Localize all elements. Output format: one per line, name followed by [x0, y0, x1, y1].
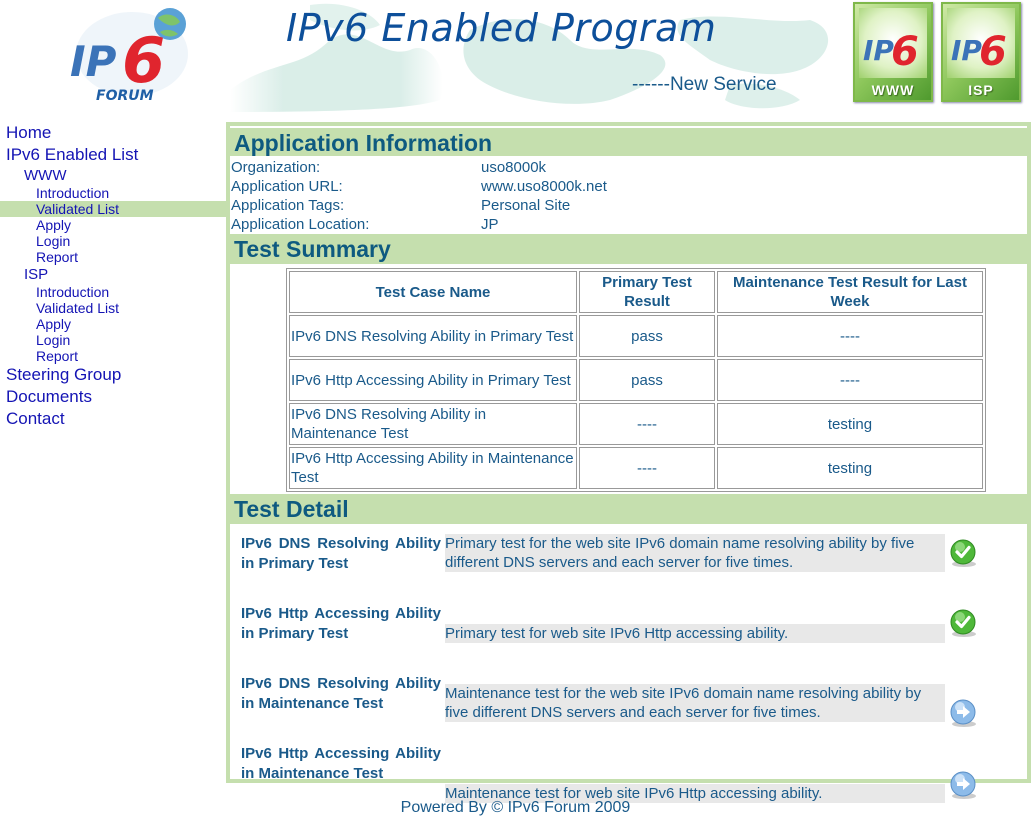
svg-text:6: 6	[979, 29, 1007, 75]
test-summary: Test Case Name Primary Test Result Maint…	[230, 264, 1027, 494]
detail-test-name: IPv6 Http Accessing Ability in Primary T…	[241, 605, 441, 642]
detail-row: IPv6 DNS Resolving Ability in Maintenanc…	[241, 674, 1027, 734]
detail-description: Primary test for the web site IPv6 domai…	[445, 534, 945, 572]
test-case-name: IPv6 DNS Resolving Ability in Primary Te…	[289, 315, 577, 357]
application-info: Organization: uso8000k Application URL: …	[230, 156, 1027, 234]
info-row: Application Location: JP	[231, 215, 1027, 234]
column-header-test-case: Test Case Name	[289, 271, 577, 313]
detail-description: Maintenance test for the web site IPv6 d…	[445, 684, 945, 722]
detail-test-name: IPv6 Http Accessing Ability in Maintenan…	[241, 745, 441, 782]
sidebar-item-documents[interactable]: Documents	[0, 386, 226, 408]
info-label: Application URL:	[231, 178, 343, 195]
ipv6-badge-icon: IP 6	[863, 29, 919, 75]
table-header-row: Test Case Name Primary Test Result Maint…	[289, 271, 983, 313]
maintenance-result: testing	[717, 447, 983, 489]
ipv6-badge-icon: IP 6	[951, 29, 1007, 75]
sidebar-item-ipv6-enabled-list[interactable]: IPv6 Enabled List	[0, 144, 226, 166]
maintenance-result: ----	[717, 359, 983, 401]
detail-test-name: IPv6 DNS Resolving Ability in Maintenanc…	[241, 675, 441, 712]
maintenance-result: testing	[717, 403, 983, 445]
sidebar-item-www-introduction[interactable]: Introduction	[0, 185, 226, 201]
sidebar-item-isp-apply[interactable]: Apply	[0, 316, 226, 332]
sidebar-item-contact[interactable]: Contact	[0, 408, 226, 430]
test-summary-heading: Test Summary	[230, 234, 1027, 264]
info-value: JP	[481, 216, 499, 233]
sidebar-nav: Home IPv6 Enabled List WWW Introduction …	[0, 122, 226, 430]
isp-badge[interactable]: IP 6 ISP	[941, 2, 1021, 102]
sidebar-item-isp[interactable]: ISP	[0, 265, 226, 284]
info-label: Organization:	[231, 159, 321, 176]
sidebar-item-www-report[interactable]: Report	[0, 249, 226, 265]
sidebar-item-www-login[interactable]: Login	[0, 233, 226, 249]
sidebar-item-isp-report[interactable]: Report	[0, 348, 226, 364]
site-subtitle: ------New Service	[632, 74, 777, 95]
test-case-name: IPv6 Http Accessing Ability in Primary T…	[289, 359, 577, 401]
table-row: IPv6 DNS Resolving Ability in Primary Te…	[289, 315, 983, 357]
arrow-right-icon[interactable]	[949, 698, 979, 728]
arrow-right-icon[interactable]	[949, 770, 979, 800]
table-row: IPv6 DNS Resolving Ability in Maintenanc…	[289, 403, 983, 445]
table-row: IPv6 Http Accessing Ability in Primary T…	[289, 359, 983, 401]
detail-test-name: IPv6 DNS Resolving Ability in Primary Te…	[241, 535, 441, 572]
info-value: Personal Site	[481, 197, 571, 214]
test-summary-table: Test Case Name Primary Test Result Maint…	[286, 268, 986, 492]
svg-text:6: 6	[891, 29, 919, 75]
svg-text:FORUM: FORUM	[96, 88, 154, 104]
info-row: Application URL: www.uso8000k.net	[231, 177, 1027, 196]
primary-result: pass	[579, 315, 715, 357]
check-icon[interactable]	[949, 538, 979, 568]
sidebar-item-steering-group[interactable]: Steering Group	[0, 364, 226, 386]
sidebar-item-isp-validated-list[interactable]: Validated List	[0, 300, 226, 316]
isp-badge-label: ISP	[968, 82, 994, 98]
test-detail-heading: Test Detail	[230, 494, 1027, 524]
maintenance-result: ----	[717, 315, 983, 357]
svg-text:IP: IP	[70, 37, 117, 86]
application-information-heading: Application Information	[230, 126, 1027, 156]
test-case-name: IPv6 Http Accessing Ability in Maintenan…	[289, 447, 577, 489]
test-case-name: IPv6 DNS Resolving Ability in Maintenanc…	[289, 403, 577, 445]
svg-text:IP: IP	[951, 34, 982, 67]
sidebar-item-isp-login[interactable]: Login	[0, 332, 226, 348]
primary-result: pass	[579, 359, 715, 401]
sidebar-item-isp-introduction[interactable]: Introduction	[0, 284, 226, 300]
sidebar-item-www[interactable]: WWW	[0, 166, 226, 185]
info-label: Application Location:	[231, 216, 370, 233]
site-title: IPv6 Enabled Program	[286, 6, 717, 50]
sidebar-item-www-apply[interactable]: Apply	[0, 217, 226, 233]
sidebar-item-home[interactable]: Home	[0, 122, 226, 144]
info-label: Application Tags:	[231, 197, 345, 214]
info-value: uso8000k	[481, 159, 547, 176]
svg-text:6: 6	[122, 24, 165, 97]
www-badge[interactable]: IP 6 WWW	[853, 2, 933, 102]
sidebar-item-www-validated-list[interactable]: Validated List	[0, 201, 226, 217]
column-header-primary-result: Primary Test Result	[579, 271, 715, 313]
info-value: www.uso8000k.net	[481, 178, 607, 195]
check-icon[interactable]	[949, 608, 979, 638]
detail-description: Primary test for web site IPv6 Http acce…	[445, 624, 945, 643]
detail-row: IPv6 DNS Resolving Ability in Primary Te…	[241, 534, 1027, 584]
ipv6-forum-logo-icon: IP 6 FORUM	[70, 8, 188, 104]
ipv6-forum-logo[interactable]: IP 6 FORUM	[60, 4, 195, 104]
test-detail: IPv6 DNS Resolving Ability in Primary Te…	[230, 524, 1027, 804]
www-badge-label: WWW	[871, 82, 915, 98]
detail-row: IPv6 Http Accessing Ability in Primary T…	[241, 604, 1027, 654]
svg-text:IP: IP	[863, 34, 894, 67]
page-header: IP 6 FORUM IPv6 Enabled Program ------Ne…	[0, 0, 1031, 112]
column-header-maintenance-result: Maintenance Test Result for Last Week	[717, 271, 983, 313]
page-footer: Powered By © IPv6 Forum 2009	[400, 799, 631, 816]
main-content: Application Information Organization: us…	[226, 122, 1031, 803]
table-row: IPv6 Http Accessing Ability in Maintenan…	[289, 447, 983, 489]
primary-result: ----	[579, 403, 715, 445]
detail-row: IPv6 Http Accessing Ability in Maintenan…	[241, 744, 1027, 804]
primary-result: ----	[579, 447, 715, 489]
info-row: Application Tags: Personal Site	[231, 196, 1027, 215]
info-row: Organization: uso8000k	[231, 158, 1027, 177]
